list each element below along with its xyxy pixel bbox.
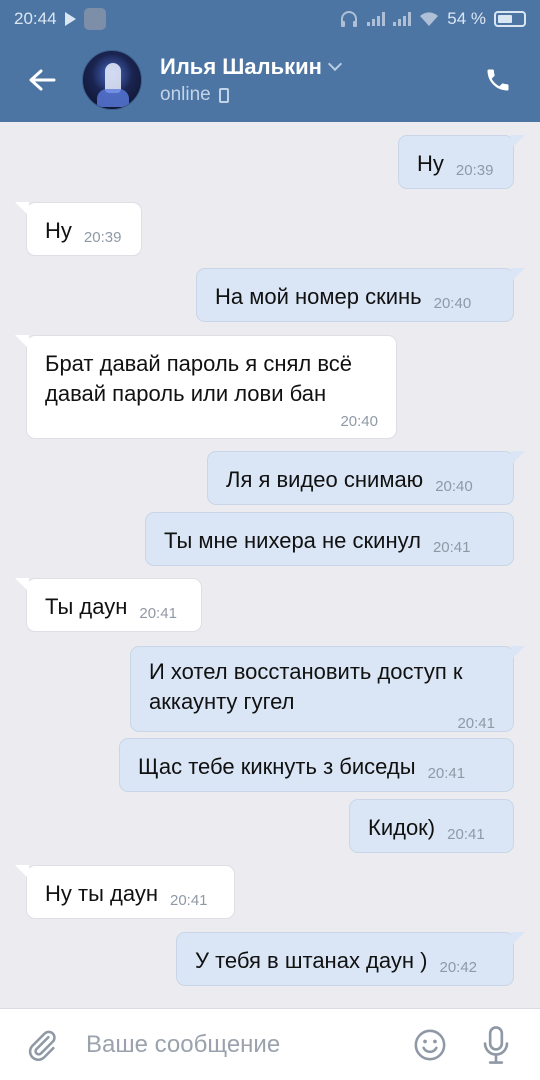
message-time: 20:39 xyxy=(83,229,122,246)
bubble-tail xyxy=(15,335,29,349)
bubble-tail xyxy=(15,202,29,216)
message-bubble-outgoing[interactable]: Ну 20:39 xyxy=(398,135,525,189)
message-time: 20:40 xyxy=(340,413,378,430)
back-button[interactable] xyxy=(22,60,62,100)
message-time: 20:41 xyxy=(447,826,485,843)
message-text: Ты мне нихера не скинул xyxy=(164,528,421,553)
message-list[interactable]: Ну 20:39 Ну 20:39 На мой номер скинь 20:40 … xyxy=(0,122,540,1008)
wifi-icon xyxy=(420,12,439,26)
mobile-device-icon xyxy=(218,87,229,103)
message-bubble-outgoing[interactable]: И хотел восстановить доступ к аккаунту г… xyxy=(130,646,525,732)
battery-percent: 54 % xyxy=(447,9,486,28)
emoji-button[interactable] xyxy=(410,1025,450,1065)
message-bubble-incoming[interactable]: Ну 20:39 xyxy=(15,202,142,256)
presence-status: online xyxy=(160,84,211,105)
message-bubble-incoming[interactable]: Брат давай пароль я снял всё давай парол… xyxy=(15,335,397,439)
message-bubble-outgoing[interactable]: Ты мне нихера не скинул 20:41 xyxy=(145,512,514,566)
message-bubble-incoming[interactable]: Ну ты даун 20:41 xyxy=(15,865,235,919)
message-bubble-outgoing[interactable]: У тебя в штанах даун ) 20:42 xyxy=(176,932,525,986)
bubble-tail xyxy=(511,932,525,946)
message-text: На мой номер скинь xyxy=(215,284,422,309)
message-text: Ты даун xyxy=(45,594,128,619)
chevron-down-icon xyxy=(327,56,343,72)
message-time: 20:41 xyxy=(169,892,208,909)
bubble-tail xyxy=(511,268,525,282)
status-bar: 20:44 54 % xyxy=(0,0,540,38)
headphones-icon xyxy=(341,11,358,27)
phone-icon xyxy=(487,69,509,91)
smiley-icon xyxy=(414,1029,446,1060)
message-time: 20:42 xyxy=(439,959,478,976)
bubble-tail xyxy=(15,578,29,592)
message-time: 20:40 xyxy=(435,478,473,495)
bubble-tail xyxy=(511,135,525,149)
message-time: 20:41 xyxy=(427,765,466,782)
message-bubble-outgoing[interactable]: Щас тебе кикнуть з биседы 20:41 xyxy=(119,738,514,792)
bubble-tail xyxy=(15,865,29,879)
message-text: Брат давай пароль я снял всё давай парол… xyxy=(45,351,353,406)
message-text: Ля я видео снимаю xyxy=(226,467,424,492)
arrow-left-icon xyxy=(29,69,56,91)
message-text: Щас тебе кикнуть з биседы xyxy=(138,754,416,779)
message-time: 20:41 xyxy=(457,715,495,732)
contact-info[interactable]: Илья Шалькин online xyxy=(160,54,343,106)
message-bubble-outgoing[interactable]: Кидок) 20:41 xyxy=(349,799,514,853)
avatar[interactable] xyxy=(82,50,142,110)
message-composer xyxy=(0,1008,540,1080)
status-time: 20:44 xyxy=(14,9,57,28)
message-text: Ну xyxy=(417,151,444,176)
app-notification-icon xyxy=(83,8,106,30)
message-text: Ну ты даун xyxy=(45,881,158,906)
voice-message-button[interactable] xyxy=(476,1023,516,1067)
bubble-tail xyxy=(511,646,525,660)
message-text: Ну xyxy=(45,218,72,243)
call-button[interactable] xyxy=(478,60,518,100)
message-text: У тебя в штанах даун ) xyxy=(195,948,428,973)
message-time: 20:40 xyxy=(433,295,472,312)
microphone-icon xyxy=(483,1025,509,1064)
contact-name: Илья Шалькин xyxy=(160,54,322,79)
message-text: Кидок) xyxy=(368,815,436,840)
message-text: И хотел восстановить доступ к аккаунту г… xyxy=(149,659,463,714)
message-time: 20:39 xyxy=(455,162,494,179)
message-bubble-incoming[interactable]: Ты даун 20:41 xyxy=(15,578,202,632)
chat-header: Илья Шалькин online xyxy=(0,38,540,122)
message-input[interactable] xyxy=(86,1030,410,1059)
signal-icon xyxy=(367,12,386,26)
message-bubble-outgoing[interactable]: На мой номер скинь 20:40 xyxy=(196,268,525,322)
message-time: 20:41 xyxy=(139,605,177,622)
attach-button[interactable] xyxy=(20,1023,64,1067)
battery-icon xyxy=(494,11,526,27)
bubble-tail xyxy=(511,451,525,465)
play-icon xyxy=(64,12,76,26)
message-bubble-outgoing[interactable]: Ля я видео снимаю 20:40 xyxy=(207,451,525,505)
signal-2-icon xyxy=(393,12,412,26)
paperclip-icon xyxy=(28,1030,56,1061)
message-time: 20:41 xyxy=(432,539,471,556)
